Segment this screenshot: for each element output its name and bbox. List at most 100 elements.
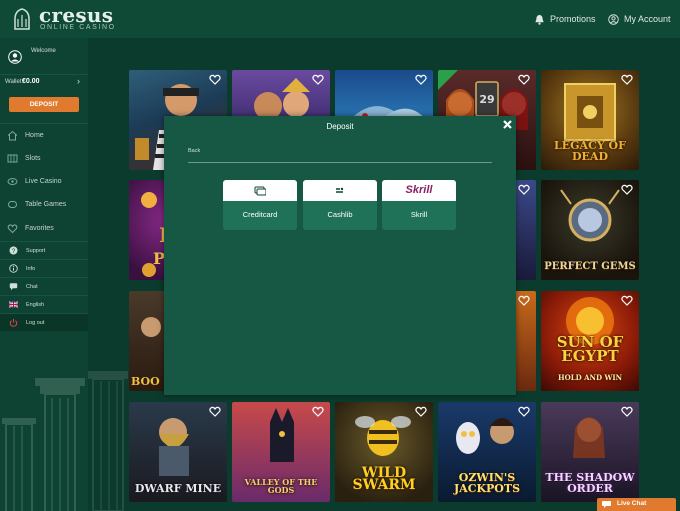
favorite-heart-icon[interactable]: [621, 74, 633, 85]
game-tile[interactable]: THE SHADOW ORDER: [541, 402, 639, 502]
help-icon: ?: [9, 246, 18, 255]
game-tile[interactable]: SUN OF EGYPT HOLD AND WIN: [541, 291, 639, 391]
sidebar-item-table-games[interactable]: Table Games: [0, 194, 88, 214]
sidebar-link-english[interactable]: English: [0, 295, 88, 313]
payment-logo-area: Skrill: [382, 180, 456, 201]
game-title: DWARF MINE: [134, 482, 222, 495]
chat-icon: [9, 283, 18, 291]
cashlib-logo-icon: [336, 187, 344, 193]
payment-label: Cashlib: [327, 210, 353, 219]
table-games-icon: [8, 200, 17, 208]
payment-option-skrill[interactable]: Skrill Skrill: [382, 180, 456, 230]
game-tile[interactable]: PERFECT GEMS: [541, 180, 639, 280]
game-tile[interactable]: LEGACY OF DEAD: [541, 70, 639, 170]
divider: [0, 123, 88, 124]
game-title: THE SHADOW ORDER: [545, 471, 635, 495]
modal-title: Deposit: [326, 122, 354, 131]
favorite-heart-icon[interactable]: [621, 295, 633, 306]
cresus-logo[interactable]: cresus ONLINE CASINO: [12, 5, 122, 33]
svg-text:29: 29: [479, 93, 494, 106]
info-icon: [9, 264, 18, 273]
credit-card-logo-icon: [254, 186, 266, 196]
my-account-label: My Account: [624, 14, 671, 24]
favorite-heart-icon[interactable]: [415, 74, 427, 85]
game-tile[interactable]: WILD SWARM: [335, 402, 433, 502]
top-header: cresus ONLINE CASINO Promotions My Accou…: [0, 0, 680, 39]
promotions-label: Promotions: [550, 14, 596, 24]
sidebar-link-chat[interactable]: Chat: [0, 277, 88, 295]
payment-option-creditcard[interactable]: Creditcard: [223, 180, 297, 230]
game-title: OZWIN'S JACKPOTS: [453, 471, 521, 495]
logo-wordmark: cresus: [39, 3, 114, 27]
close-icon[interactable]: [502, 119, 513, 130]
favorite-heart-icon[interactable]: [415, 406, 427, 417]
sidebar-link-label: Chat: [26, 283, 38, 290]
welcome-panel: Welcome: [0, 38, 88, 75]
avatar[interactable]: [8, 50, 22, 64]
deposit-button[interactable]: DEPOSIT: [9, 97, 79, 112]
divider: [188, 162, 492, 163]
user-circle-icon: [608, 13, 619, 25]
wallet-balance: €0.00: [22, 78, 40, 85]
favorite-heart-icon[interactable]: [209, 74, 221, 85]
heart-icon: [7, 223, 18, 233]
sidebar-item-favorites[interactable]: Favorites: [0, 218, 88, 238]
game-tile[interactable]: DWARF MINE: [129, 402, 227, 502]
sidebar: Welcome Wallet: €0.00 › DEPOSIT Home Slo…: [0, 38, 88, 511]
favorite-heart-icon[interactable]: [621, 406, 633, 417]
sidebar-link-label: Log out: [26, 319, 45, 326]
welcome-text: Welcome: [31, 48, 56, 54]
sidebar-link-label: English: [26, 301, 45, 308]
favorite-heart-icon[interactable]: [312, 406, 324, 417]
favorite-heart-icon[interactable]: [518, 74, 530, 85]
favorite-heart-icon[interactable]: [312, 74, 324, 85]
payment-logo-area: [223, 180, 297, 201]
deposit-modal: Deposit Back Creditcard Cashlib Skrill S…: [164, 116, 516, 395]
favorite-heart-icon[interactable]: [518, 406, 530, 417]
payment-label: Creditcard: [242, 210, 278, 219]
game-title: WILD SWARM: [352, 464, 416, 494]
payment-label: Skrill: [410, 210, 428, 219]
game-tile[interactable]: VALLEY OF THE GODS: [232, 402, 330, 502]
favorite-heart-icon[interactable]: [621, 184, 633, 195]
chat-bubble-icon: [602, 501, 611, 508]
sidebar-item-slots[interactable]: Slots: [0, 148, 88, 168]
logo-subtitle: ONLINE CASINO: [40, 24, 116, 31]
home-icon: [7, 130, 18, 140]
bell-icon: [535, 14, 544, 25]
sidebar-link-label: Info: [26, 265, 36, 272]
sidebar-link-label: Support: [26, 247, 46, 254]
sidebar-item-label: Home: [25, 131, 44, 139]
sidebar-link-logout[interactable]: Log out: [0, 313, 88, 331]
skrill-logo: Skrill: [405, 184, 433, 196]
live-chat-button[interactable]: Live Chat: [597, 498, 676, 511]
live-chat-label: Live Chat: [617, 500, 647, 507]
sidebar-item-live-casino[interactable]: Live Casino: [0, 171, 88, 191]
wallet-label: Wallet:: [5, 79, 24, 85]
sidebar-item-label: Slots: [25, 154, 41, 162]
payment-option-cashlib[interactable]: Cashlib: [303, 180, 377, 230]
payment-logo-area: [303, 180, 377, 201]
live-casino-icon: [7, 177, 18, 185]
power-icon: [9, 319, 18, 327]
svg-text:BOO: BOO: [131, 375, 160, 388]
uk-flag-icon: [9, 301, 18, 308]
sidebar-item-label: Table Games: [25, 200, 67, 208]
sidebar-item-label: Live Casino: [25, 177, 62, 185]
game-tile[interactable]: OZWIN'S JACKPOTS: [438, 402, 536, 502]
wallet-row[interactable]: Wallet: €0.00 ›: [0, 74, 88, 92]
sidebar-link-info[interactable]: Info: [0, 259, 88, 277]
game-title: PERFECT GEMS: [544, 261, 636, 272]
favorite-heart-icon[interactable]: [518, 184, 530, 195]
logo-emblem-icon: [14, 8, 30, 30]
sidebar-link-support[interactable]: ? Support: [0, 241, 88, 259]
sidebar-item-home[interactable]: Home: [0, 125, 88, 145]
my-account-link[interactable]: My Account: [608, 12, 671, 26]
promotions-link[interactable]: Promotions: [534, 12, 596, 26]
chevron-right-icon[interactable]: ›: [77, 76, 80, 86]
slots-icon: [7, 154, 18, 162]
back-link[interactable]: Back: [188, 148, 200, 154]
favorite-heart-icon[interactable]: [209, 406, 221, 417]
favorite-heart-icon[interactable]: [518, 295, 530, 306]
game-title: LEGACY OF DEAD: [554, 139, 626, 163]
